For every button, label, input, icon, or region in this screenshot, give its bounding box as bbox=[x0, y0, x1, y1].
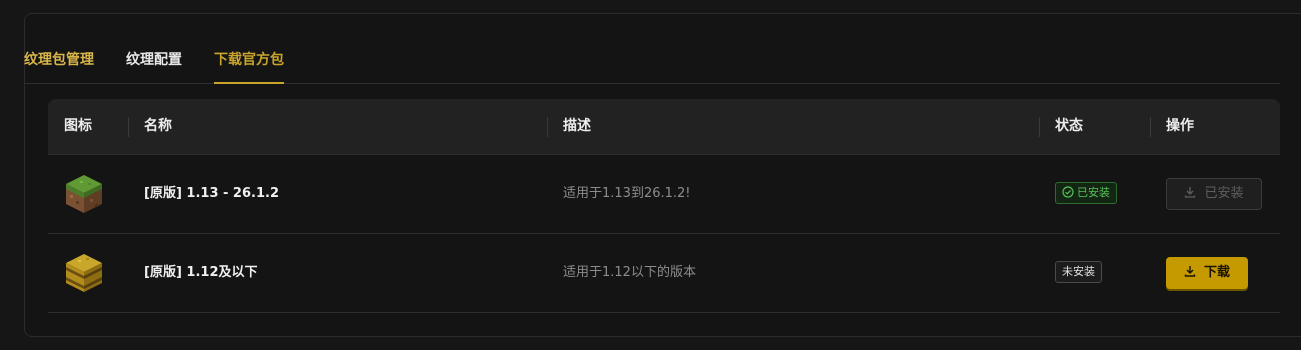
download-icon bbox=[1184, 266, 1196, 277]
table-row: [原版] 1.12及以下 适用于1.12以下的版本 未安装 下载 bbox=[48, 234, 1280, 313]
download-icon bbox=[1185, 187, 1196, 198]
header-status: 状态 bbox=[1055, 118, 1083, 134]
column-divider bbox=[1150, 117, 1151, 137]
tab-bar: 纹理包管理 纹理配置 下载官方包 bbox=[24, 36, 1280, 84]
status-badge: 未安装 bbox=[1055, 261, 1102, 283]
table-row: [原版] 1.13 - 26.1.2 适用于1.13到26.1.2! 已安装 已… bbox=[48, 155, 1280, 234]
header-icon: 图标 bbox=[64, 118, 92, 134]
header-action: 操作 bbox=[1166, 118, 1194, 134]
status-label: 已安装 bbox=[1077, 186, 1110, 199]
header-description: 描述 bbox=[563, 118, 591, 134]
download-button[interactable]: 下载 bbox=[1166, 257, 1248, 289]
tab-pack-config[interactable]: 纹理配置 bbox=[126, 36, 182, 83]
hay-bale-icon bbox=[66, 254, 102, 292]
grass-block-icon bbox=[66, 175, 102, 213]
pack-table: 图标 名称 描述 状态 操作 [原版] 1.13 - 26.1.2 适用于1.1… bbox=[48, 99, 1280, 313]
column-divider bbox=[547, 117, 548, 137]
header-name: 名称 bbox=[144, 118, 172, 134]
tab-download-official[interactable]: 下载官方包 bbox=[214, 36, 284, 84]
pack-description: 适用于1.12以下的版本 bbox=[563, 265, 696, 280]
column-divider bbox=[1039, 117, 1040, 137]
status-label: 未安装 bbox=[1062, 265, 1095, 278]
tab-pack-management[interactable]: 纹理包管理 bbox=[24, 36, 94, 83]
status-badge: 已安装 bbox=[1055, 182, 1117, 204]
pack-description: 适用于1.13到26.1.2! bbox=[563, 186, 691, 201]
table-header: 图标 名称 描述 状态 操作 bbox=[48, 99, 1280, 155]
pack-name: [原版] 1.12及以下 bbox=[144, 265, 258, 280]
installed-button[interactable]: 已安装 bbox=[1166, 178, 1262, 210]
check-circle-icon bbox=[1062, 186, 1074, 198]
pack-name: [原版] 1.13 - 26.1.2 bbox=[144, 186, 279, 201]
button-label: 已安装 bbox=[1204, 186, 1244, 201]
button-label: 下载 bbox=[1203, 265, 1230, 280]
column-divider bbox=[128, 117, 129, 137]
